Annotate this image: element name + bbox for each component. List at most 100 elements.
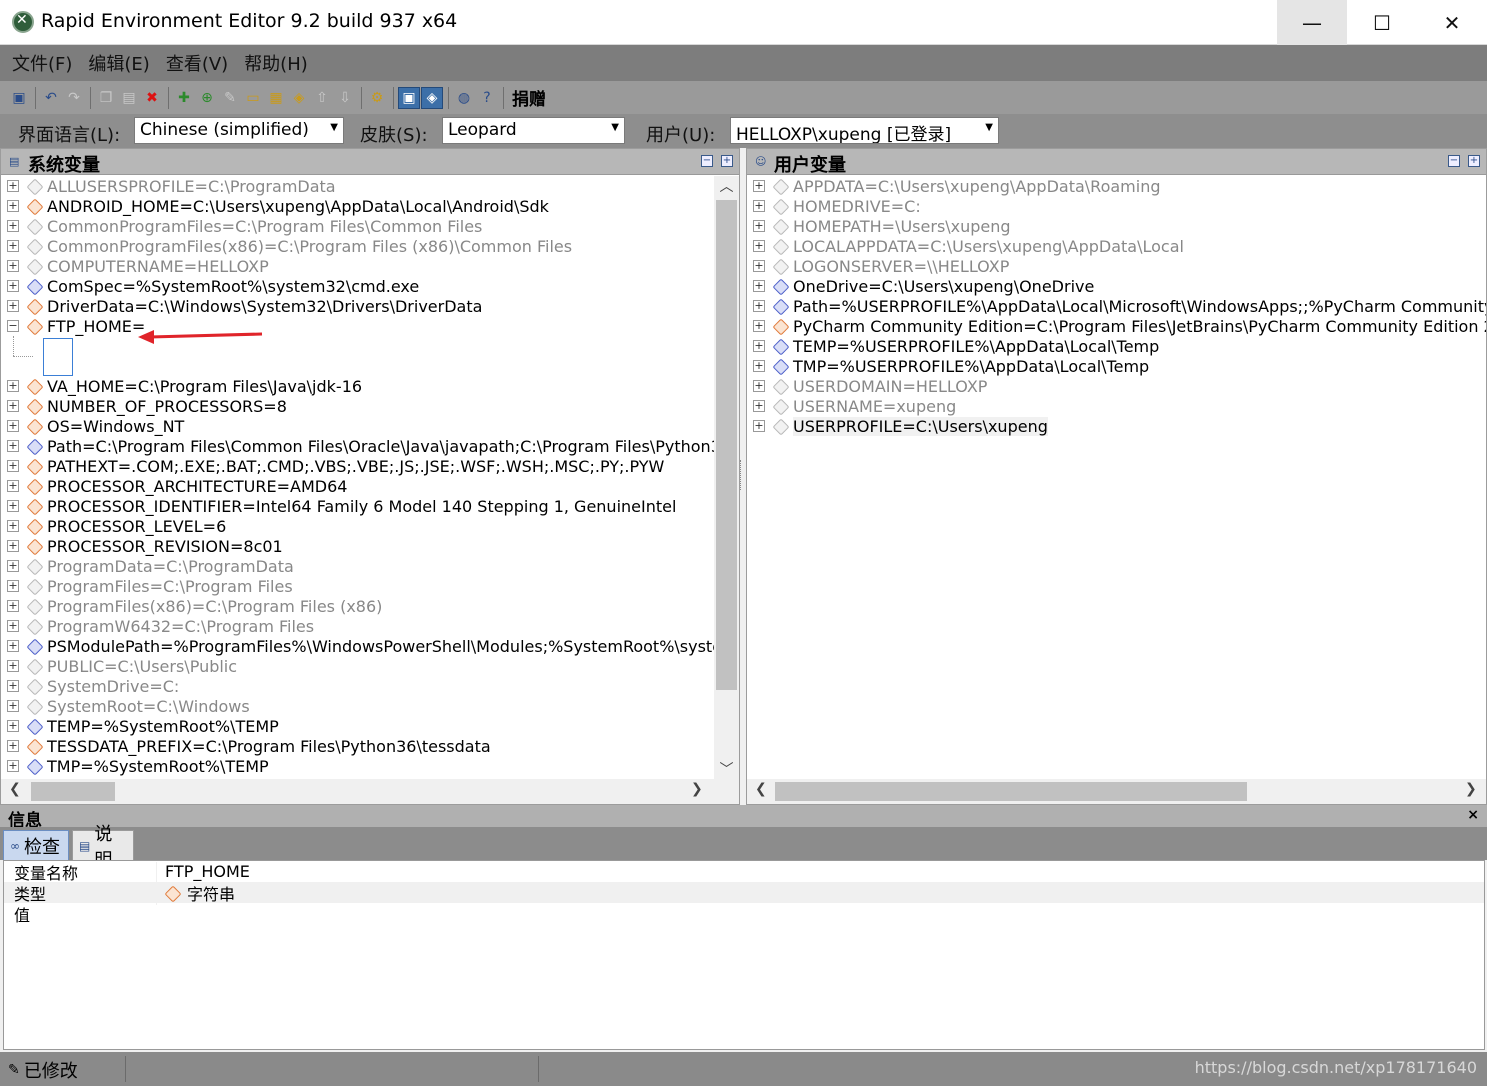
variable-row[interactable]: + Path=%USERPROFILE%\AppData\Local\Micros… [747, 296, 1486, 316]
expand-icon[interactable]: + [7, 240, 19, 252]
tag-icon[interactable]: ◈ [288, 87, 310, 109]
variable-row[interactable]: + TMP=%USERPROFILE%\AppData\Local\Temp [747, 356, 1486, 376]
variable-row[interactable]: + TEMP=%USERPROFILE%\AppData\Local\Temp [747, 336, 1486, 356]
collapse-all-icon[interactable]: − [1448, 155, 1460, 167]
collapse-all-icon[interactable]: − [701, 155, 713, 167]
expand-icon[interactable]: + [753, 240, 765, 252]
menu-edit[interactable]: 编辑(E) [80, 50, 157, 76]
variable-row[interactable]: + LOGONSERVER=\\HELLOXP [747, 256, 1486, 276]
close-button[interactable]: ✕ [1417, 0, 1487, 45]
scroll-up-icon[interactable]: ︿ [714, 176, 739, 198]
menu-view[interactable]: 查看(V) [158, 50, 236, 76]
scroll-left-icon[interactable]: ❮ [9, 781, 21, 797]
variable-row[interactable]: + TESSDATA_PREFIX=C:\Program Files\Python… [1, 736, 714, 756]
delete-icon[interactable]: ✖ [141, 87, 163, 109]
expand-icon[interactable]: + [7, 700, 19, 712]
system-vertical-scrollbar[interactable]: ︿ ﹀ [714, 176, 739, 781]
variable-row[interactable]: + SystemRoot=C:\Windows [1, 696, 714, 716]
collapse-icon[interactable]: − [7, 320, 19, 332]
expand-icon[interactable]: + [7, 740, 19, 752]
variable-row[interactable]: + CommonProgramFiles=C:\Program Files\Com… [1, 216, 714, 236]
system-horizontal-scrollbar[interactable]: ❮ ❯ [1, 779, 739, 804]
add-variable-icon[interactable]: ✚ [173, 87, 195, 109]
expand-icon[interactable]: + [7, 660, 19, 672]
variable-row[interactable]: + LOCALAPPDATA=C:\Users\xupeng\AppData\Lo… [747, 236, 1486, 256]
variable-row[interactable]: + ProgramFiles=C:\Program Files [1, 576, 714, 596]
variable-row[interactable]: + HOMEPATH=\Users\xupeng [747, 216, 1486, 236]
variable-row[interactable]: + PATHEXT=.COM;.EXE;.BAT;.CMD;.VBS;.VBE;.… [1, 456, 714, 476]
expand-icon[interactable]: + [7, 600, 19, 612]
variable-row[interactable]: + ANDROID_HOME=C:\Users\xupeng\AppData\Lo… [1, 196, 714, 216]
skin-select[interactable]: Leopard ▼ [442, 117, 625, 144]
variable-row[interactable]: + COMPUTERNAME=HELLOXP [1, 256, 714, 276]
expand-icon[interactable]: + [753, 180, 765, 192]
expand-icon[interactable]: + [753, 200, 765, 212]
rename-icon[interactable]: ▭ [242, 87, 264, 109]
paste-icon[interactable]: ▤ [118, 87, 140, 109]
scroll-right-icon[interactable]: ❯ [1465, 781, 1477, 797]
add-value-icon[interactable]: ⊕ [196, 87, 218, 109]
expand-icon[interactable]: + [7, 520, 19, 532]
scroll-thumb[interactable] [716, 200, 737, 690]
variable-row[interactable]: + PyCharm Community Edition=C:\Program Fi… [747, 316, 1486, 336]
expand-icon[interactable]: + [7, 260, 19, 272]
user-horizontal-scrollbar[interactable]: ❮ ❯ [747, 779, 1486, 804]
expand-icon[interactable]: + [7, 180, 19, 192]
expand-all-icon[interactable]: + [1468, 155, 1480, 167]
variable-row[interactable]: + USERPROFILE=C:\Users\xupeng [747, 416, 1486, 436]
variable-row[interactable]: + OneDrive=C:\Users\xupeng\OneDrive [747, 276, 1486, 296]
expand-icon[interactable]: + [7, 480, 19, 492]
variable-row[interactable]: + PROCESSOR_REVISION=8c01 [1, 536, 714, 556]
expand-icon[interactable]: + [7, 220, 19, 232]
variable-row[interactable]: − FTP_HOME= [1, 316, 714, 336]
variable-row[interactable]: + TEMP=%SystemRoot%\TEMP [1, 716, 714, 736]
variable-row[interactable]: + TMP=%SystemRoot%\TEMP [1, 756, 714, 776]
variable-row[interactable]: + OS=Windows_NT [1, 416, 714, 436]
menu-help[interactable]: 帮助(H) [236, 50, 316, 76]
folder-icon[interactable]: ▦ [265, 87, 287, 109]
close-icon[interactable]: × [1467, 807, 1479, 823]
expand-icon[interactable]: + [7, 680, 19, 692]
variable-row[interactable]: + DriverData=C:\Windows\System32\Drivers\… [1, 296, 714, 316]
expand-icon[interactable]: + [753, 340, 765, 352]
variable-row[interactable]: + Path=C:\Program Files\Common Files\Orac… [1, 436, 714, 456]
scroll-thumb[interactable] [775, 782, 1247, 801]
variable-row[interactable]: + NUMBER_OF_PROCESSORS=8 [1, 396, 714, 416]
maximize-button[interactable]: ☐ [1347, 0, 1417, 45]
tab-description[interactable]: ▤ 说明 [72, 824, 134, 871]
variable-row[interactable]: + PROCESSOR_IDENTIFIER=Intel64 Family 6 M… [1, 496, 714, 516]
expand-icon[interactable]: + [7, 760, 19, 772]
variable-row[interactable]: + HOMEDRIVE=C: [747, 196, 1486, 216]
variable-row[interactable]: + ProgramData=C:\ProgramData [1, 556, 714, 576]
language-select[interactable]: Chinese (simplified) ▼ [134, 117, 344, 144]
expand-icon[interactable]: + [7, 540, 19, 552]
expand-icon[interactable]: + [7, 720, 19, 732]
expand-icon[interactable]: + [7, 280, 19, 292]
variable-row[interactable]: + PUBLIC=C:\Users\Public [1, 656, 714, 676]
expand-icon[interactable]: + [753, 320, 765, 332]
expand-icon[interactable]: + [753, 280, 765, 292]
tag-toggle-icon[interactable]: ◈ [421, 86, 443, 109]
variable-row[interactable]: + ProgramW6432=C:\Program Files [1, 616, 714, 636]
expand-icon[interactable]: + [753, 220, 765, 232]
variable-row[interactable]: + APPDATA=C:\Users\xupeng\AppData\Roaming [747, 176, 1486, 196]
edit-icon[interactable]: ✎ [219, 87, 241, 109]
user-select[interactable]: HELLOXP\xupeng [已登录] ▼ [730, 117, 999, 144]
move-up-icon[interactable]: ⇧ [311, 87, 333, 109]
settings-icon[interactable]: ⚙ [366, 87, 388, 109]
scroll-right-icon[interactable]: ❯ [691, 781, 703, 797]
variable-row[interactable]: + USERDOMAIN=HELLOXP [747, 376, 1486, 396]
move-down-icon[interactable]: ⇩ [334, 87, 356, 109]
expand-icon[interactable]: + [753, 300, 765, 312]
variable-row[interactable]: + PROCESSOR_LEVEL=6 [1, 516, 714, 536]
scroll-down-icon[interactable]: ﹀ [714, 759, 739, 781]
help-icon[interactable]: ? [476, 87, 498, 109]
expand-icon[interactable]: + [753, 400, 765, 412]
tab-inspect[interactable]: ∞ 检查 [3, 830, 69, 860]
donate-button[interactable]: 捐赠 [512, 85, 546, 110]
variable-row[interactable]: + PSModulePath=%ProgramFiles%\WindowsPowe… [1, 636, 714, 656]
variable-row[interactable]: + ALLUSERSPROFILE=C:\ProgramData [1, 176, 714, 196]
expand-icon[interactable]: + [7, 580, 19, 592]
view-toggle-icon[interactable]: ▣ [398, 86, 420, 109]
variable-row[interactable]: + PROCESSOR_ARCHITECTURE=AMD64 [1, 476, 714, 496]
